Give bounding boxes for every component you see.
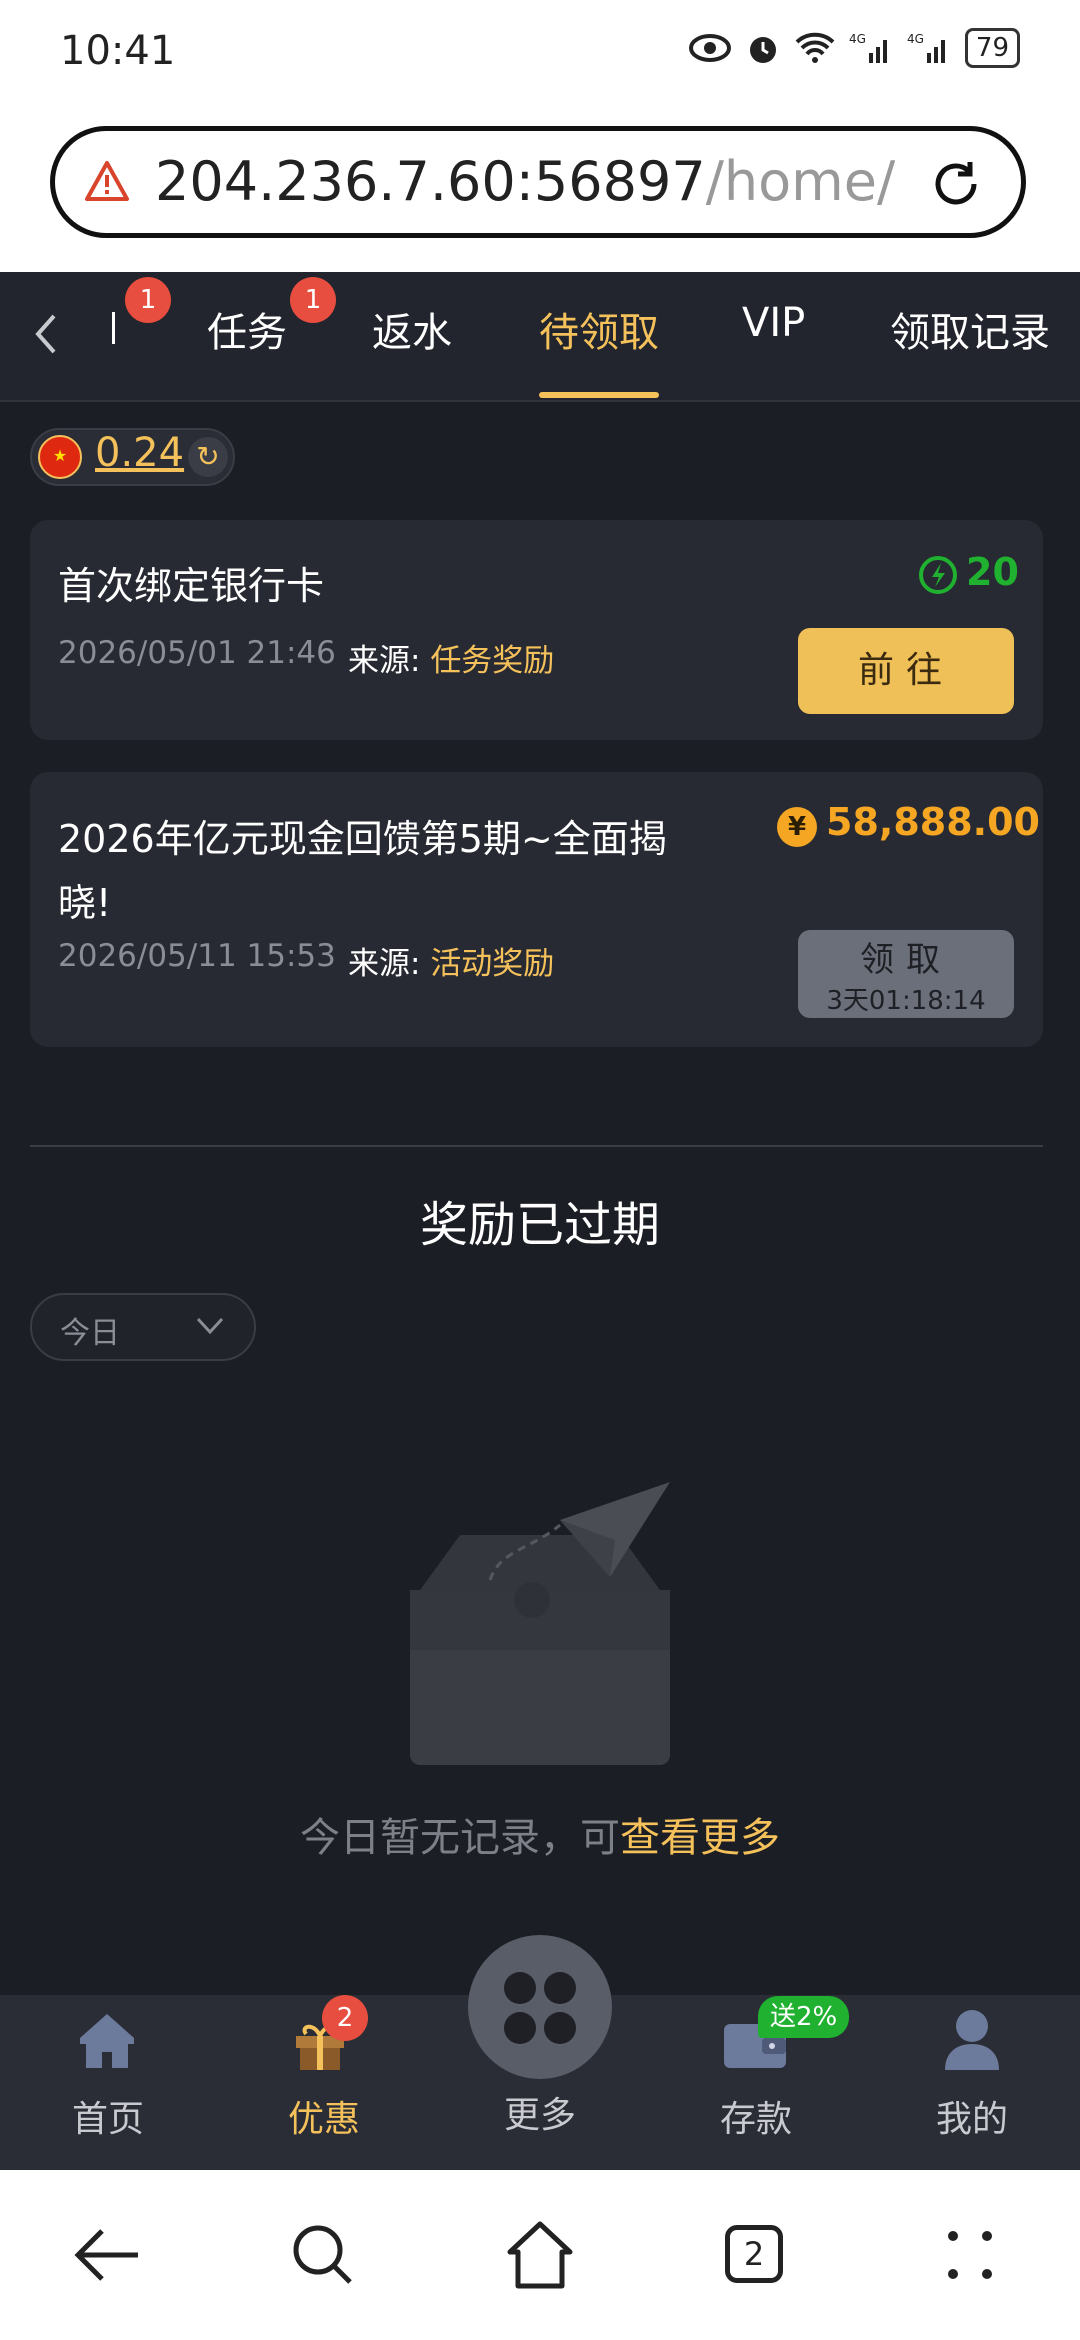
claim-button-label[interactable]: 领取 [798,932,1014,981]
svg-text:4G: 4G [907,32,924,46]
url-host: 204.236.7.60:56897 [155,150,706,213]
chevron-left-icon[interactable] [32,312,60,356]
source-value: 活动奖励 [430,946,555,982]
claim-countdown: 3天01:18:14 [826,986,986,1016]
source-value: 任务奖励 [430,643,555,679]
tab-tasks[interactable]: 任务 [207,300,287,358]
empty-message: 今日暂无记录，可 [300,1815,620,1861]
reward-amount: 20 [966,550,1019,594]
alarm-icon [749,37,776,63]
go-button[interactable]: 前往 [798,628,1014,714]
tab-pending[interactable]: 待领取 [539,300,659,358]
tabs-switcher-button[interactable]: 2 [725,2225,783,2283]
tab-claim-history[interactable]: 领取记录 [890,300,1050,358]
nav-badge: 2 [322,1995,368,2041]
reward-amount: 58,888.00 [826,800,1040,844]
battery-indicator: 79 [964,28,1020,68]
reward-title: 首次绑定银行卡 [58,564,325,608]
reload-icon[interactable] [926,154,986,214]
source-label: 来源: [348,946,421,982]
signal-icon: 4G [907,32,945,63]
reward-source: 来源: 活动奖励 [348,938,554,983]
wifi-icon [795,32,835,63]
home-icon[interactable] [506,2220,574,2290]
tab-badge: 1 [125,277,171,323]
user-icon[interactable] [941,2008,1003,2072]
yuan-coin-icon: ¥ [777,807,817,847]
nav-home[interactable]: 首页 [38,2090,178,2142]
nav-more[interactable]: 更多 [470,2086,610,2138]
lightning-icon [919,556,957,594]
empty-state-text: 今日暂无记录，可查看更多 [0,1805,1080,1863]
balance-value: 0.24 [95,430,185,476]
url-text[interactable]: 204.236.7.60:56897/home/car [155,150,895,213]
status-time: 10:41 [60,28,176,74]
reward-date: 2026/05/01 21:46 [58,635,336,671]
tab-cut-edge [112,312,115,344]
eye-icon [688,34,731,62]
nav-deposit[interactable]: 存款 [686,2090,826,2142]
source-label: 来源: [348,643,421,679]
status-icons: 4G 4G 79 [688,28,1020,68]
warning-icon[interactable] [84,160,130,202]
reward-title-line2: 晓! [58,881,112,925]
menu-dots-icon[interactable] [945,2228,995,2282]
reward-date: 2026/05/11 15:53 [58,938,336,974]
signal-icon: 4G [849,32,887,63]
tab-badge: 1 [290,277,336,323]
nav-profile[interactable]: 我的 [902,2090,1042,2142]
home-icon[interactable] [77,2010,137,2070]
reward-source: 来源: 任务奖励 [348,635,554,680]
active-tab-indicator [539,392,659,398]
url-path: /home/car [705,150,895,213]
section-divider [30,1145,1043,1147]
date-filter-value[interactable]: 今日 [60,1308,120,1352]
clover-icon[interactable] [500,1968,580,2048]
empty-box-icon [410,1482,670,1765]
china-flag-icon: ★ [38,435,82,479]
deposit-bonus-badge: 送2% [758,1996,850,2038]
view-more-link[interactable]: 查看更多 [620,1815,780,1861]
svg-text:4G: 4G [849,32,866,46]
tab-rebate[interactable]: 返水 [372,300,452,358]
expired-section-title: 奖励已过期 [419,1197,660,1253]
back-arrow-icon[interactable] [72,2225,142,2285]
chevron-down-icon[interactable] [196,1316,224,1336]
tab-vip[interactable]: VIP [742,300,805,346]
refresh-icon[interactable]: ↻ [188,437,228,477]
reward-title-line1: 2026年亿元现金回馈第5期~全面揭 [58,817,667,861]
search-icon[interactable] [290,2222,356,2288]
nav-promotions[interactable]: 优惠 [254,2090,394,2142]
